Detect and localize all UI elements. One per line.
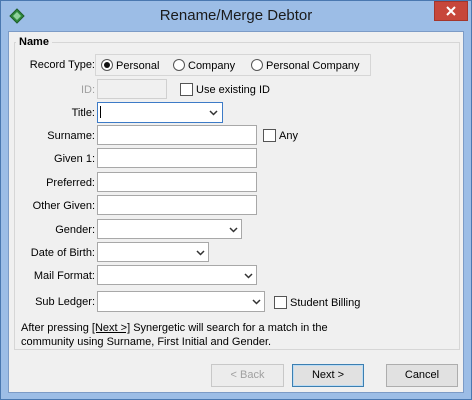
chevron-down-icon[interactable] [244, 273, 253, 279]
dob-label: Date of Birth: [30, 247, 95, 259]
any-checkbox[interactable] [263, 129, 276, 142]
preferred-label: Preferred: [46, 177, 95, 189]
sub-ledger-dropdown[interactable] [97, 291, 265, 312]
chevron-down-icon[interactable] [209, 110, 218, 116]
preferred-input[interactable] [97, 172, 257, 192]
title-label: Title: [71, 107, 95, 119]
radio-personal[interactable] [101, 59, 113, 71]
record-type-label: Record Type: [29, 59, 95, 71]
student-billing-label[interactable]: Student Billing [290, 297, 360, 309]
surname-input[interactable] [97, 125, 257, 145]
use-existing-id-label[interactable]: Use existing ID [196, 84, 270, 96]
id-label: ID: [80, 84, 95, 96]
student-billing-checkbox[interactable] [274, 296, 287, 309]
other-given-input[interactable] [97, 195, 257, 215]
given1-input[interactable] [97, 148, 257, 168]
radio-personal-label[interactable]: Personal [116, 60, 159, 72]
note-text-after: Synergetic will search for a match in th… [130, 322, 328, 334]
any-label[interactable]: Any [279, 130, 298, 142]
cancel-button[interactable]: Cancel [386, 364, 458, 387]
window-title: Rename/Merge Debtor [159, 7, 313, 24]
close-x-icon [446, 6, 456, 16]
use-existing-id-checkbox[interactable] [180, 83, 193, 96]
note-text-line2: community using Surname, First Initial a… [21, 336, 272, 348]
title-bar[interactable]: Rename/Merge Debtor [1, 1, 471, 31]
text-caret [100, 106, 101, 118]
note-key: [Next >] [91, 322, 131, 334]
chevron-down-icon[interactable] [229, 227, 238, 233]
other-given-label: Other Given: [32, 200, 95, 212]
mail-format-label: Mail Format: [33, 270, 95, 282]
chevron-down-icon[interactable] [196, 250, 205, 256]
dob-dropdown[interactable] [97, 242, 209, 262]
next-button[interactable]: Next > [292, 364, 364, 387]
title-dropdown[interactable] [97, 102, 223, 123]
given1-label: Given 1: [54, 153, 95, 165]
dialog-client-area: Name Record Type: Personal Company Perso… [8, 31, 464, 393]
id-input [97, 79, 167, 99]
search-note: After pressing [Next >] Synergetic will … [21, 321, 451, 349]
mail-format-dropdown[interactable] [97, 265, 257, 285]
close-button[interactable] [434, 1, 468, 21]
radio-personal-company-label[interactable]: Personal Company [266, 60, 360, 72]
record-type-radio-group: Personal Company Personal Company [95, 54, 371, 76]
note-text-before: After pressing [21, 322, 92, 334]
gender-dropdown[interactable] [97, 219, 242, 239]
radio-personal-company[interactable] [251, 59, 263, 71]
surname-label: Surname: [47, 130, 95, 142]
chevron-down-icon[interactable] [252, 299, 261, 305]
sub-ledger-label: Sub Ledger: [35, 296, 95, 308]
gender-label: Gender: [55, 224, 95, 236]
back-button[interactable]: < Back [211, 364, 284, 387]
radio-company[interactable] [173, 59, 185, 71]
radio-company-label[interactable]: Company [188, 60, 235, 72]
group-title: Name [16, 36, 52, 48]
dialog-window: Rename/Merge Debtor Name Record Type: Pe… [0, 0, 472, 400]
